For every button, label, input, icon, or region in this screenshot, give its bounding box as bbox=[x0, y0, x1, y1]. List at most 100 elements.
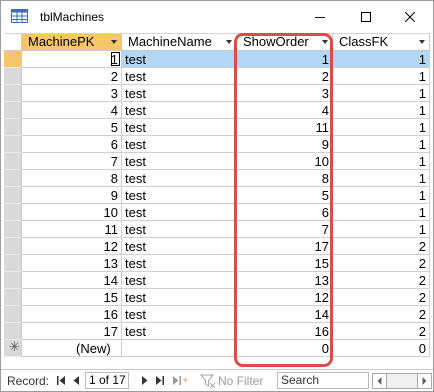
record-selector[interactable] bbox=[4, 119, 22, 136]
table-row[interactable]: 7 test 10 1 bbox=[4, 153, 431, 170]
cell-classfk[interactable]: 2 bbox=[333, 255, 430, 272]
cell-showorder[interactable]: 16 bbox=[237, 323, 333, 340]
cell-machinename[interactable]: test bbox=[122, 255, 237, 272]
new-record-selector[interactable]: ✳ bbox=[4, 339, 22, 357]
table-row[interactable]: 13 test 15 2 bbox=[4, 255, 431, 272]
next-record-button[interactable] bbox=[139, 374, 150, 387]
table-row[interactable]: 1 test 1 1 bbox=[4, 51, 431, 68]
cell-classfk[interactable]: 2 bbox=[333, 306, 430, 323]
cell-machinename[interactable]: test bbox=[122, 68, 237, 85]
table-row[interactable]: 9 test 5 1 bbox=[4, 187, 431, 204]
column-header-showorder[interactable]: ShowOrder bbox=[237, 34, 333, 51]
table-row[interactable]: 12 test 17 2 bbox=[4, 238, 431, 255]
record-selector[interactable] bbox=[4, 187, 22, 204]
cell-classfk[interactable]: 1 bbox=[333, 51, 430, 68]
cell-machinepk[interactable]: 16 bbox=[22, 306, 122, 323]
cell-showorder[interactable]: 1 bbox=[237, 51, 333, 68]
cell-machinename[interactable]: test bbox=[122, 204, 237, 221]
table-row[interactable]: 8 test 8 1 bbox=[4, 170, 431, 187]
record-selector[interactable] bbox=[4, 51, 22, 68]
record-selector[interactable] bbox=[4, 153, 22, 170]
cell-showorder[interactable]: 2 bbox=[237, 68, 333, 85]
cell-machinename[interactable]: test bbox=[122, 51, 237, 68]
cell-classfk[interactable]: 1 bbox=[333, 187, 430, 204]
cell-machinename[interactable]: test bbox=[122, 102, 237, 119]
record-selector[interactable] bbox=[4, 255, 22, 272]
cell-machinepk[interactable]: 12 bbox=[22, 238, 122, 255]
cell-machinepk[interactable]: 5 bbox=[22, 119, 122, 136]
no-filter-button[interactable]: No Filter bbox=[200, 373, 270, 389]
cell-showorder[interactable]: 8 bbox=[237, 170, 333, 187]
new-record-row[interactable]: ✳ (New) 0 0 bbox=[4, 339, 431, 357]
select-all-corner[interactable] bbox=[4, 34, 22, 51]
cell-classfk[interactable]: 1 bbox=[333, 221, 430, 238]
cell-classfk[interactable]: 1 bbox=[333, 170, 430, 187]
horizontal-scrollbar[interactable] bbox=[372, 373, 433, 389]
cell-showorder-new[interactable]: 0 bbox=[237, 340, 333, 357]
dropdown-arrow-icon[interactable] bbox=[111, 40, 117, 44]
record-selector[interactable] bbox=[4, 289, 22, 306]
cell-machinepk[interactable]: 2 bbox=[22, 68, 122, 85]
table-row[interactable]: 6 test 9 1 bbox=[4, 136, 431, 153]
dropdown-arrow-icon[interactable] bbox=[419, 40, 425, 44]
record-selector[interactable] bbox=[4, 323, 22, 340]
cell-machinepk[interactable]: 7 bbox=[22, 153, 122, 170]
record-selector[interactable] bbox=[4, 306, 22, 323]
cell-machinepk[interactable]: 6 bbox=[22, 136, 122, 153]
minimize-button[interactable] bbox=[297, 1, 343, 33]
cell-showorder[interactable]: 15 bbox=[237, 255, 333, 272]
maximize-button[interactable] bbox=[343, 1, 389, 33]
cell-machinepk[interactable]: 11 bbox=[22, 221, 122, 238]
cell-showorder[interactable]: 9 bbox=[237, 136, 333, 153]
cell-showorder[interactable]: 14 bbox=[237, 306, 333, 323]
table-row[interactable]: 2 test 2 1 bbox=[4, 68, 431, 85]
cell-machinepk[interactable]: 17 bbox=[22, 323, 122, 340]
cell-classfk[interactable]: 1 bbox=[333, 119, 430, 136]
cell-classfk[interactable]: 2 bbox=[333, 289, 430, 306]
cell-showorder[interactable]: 13 bbox=[237, 272, 333, 289]
record-selector[interactable] bbox=[4, 170, 22, 187]
cell-machinename-new[interactable] bbox=[122, 340, 237, 357]
cell-machinepk[interactable]: 10 bbox=[22, 204, 122, 221]
table-row[interactable]: 16 test 14 2 bbox=[4, 306, 431, 323]
scroll-right-button[interactable] bbox=[417, 373, 432, 389]
table-row[interactable]: 5 test 11 1 bbox=[4, 119, 431, 136]
cell-showorder[interactable]: 5 bbox=[237, 187, 333, 204]
table-row[interactable]: 11 test 7 1 bbox=[4, 221, 431, 238]
cell-showorder[interactable]: 4 bbox=[237, 102, 333, 119]
close-button[interactable] bbox=[387, 1, 433, 33]
record-selector[interactable] bbox=[4, 68, 22, 85]
last-record-button[interactable] bbox=[154, 374, 165, 387]
table-row[interactable]: 10 test 6 1 bbox=[4, 204, 431, 221]
dropdown-arrow-icon[interactable] bbox=[322, 40, 328, 44]
cell-machinename[interactable]: test bbox=[122, 85, 237, 102]
column-header-machinename[interactable]: MachineName bbox=[122, 34, 237, 51]
column-header-classfk[interactable]: ClassFK bbox=[333, 34, 430, 51]
cell-classfk[interactable]: 1 bbox=[333, 153, 430, 170]
scroll-left-button[interactable] bbox=[372, 373, 387, 389]
cell-machinepk[interactable]: 9 bbox=[22, 187, 122, 204]
cell-classfk[interactable]: 1 bbox=[333, 136, 430, 153]
table-row[interactable]: 15 test 12 2 bbox=[4, 289, 431, 306]
current-record-field[interactable]: 1 of 17 bbox=[85, 372, 129, 389]
search-input[interactable]: Search bbox=[277, 372, 369, 389]
cell-showorder[interactable]: 12 bbox=[237, 289, 333, 306]
cell-machinepk[interactable]: 13 bbox=[22, 255, 122, 272]
cell-machinename[interactable]: test bbox=[122, 153, 237, 170]
cell-showorder[interactable]: 7 bbox=[237, 221, 333, 238]
cell-showorder[interactable]: 17 bbox=[237, 238, 333, 255]
cell-machinename[interactable]: test bbox=[122, 306, 237, 323]
cell-classfk[interactable]: 2 bbox=[333, 272, 430, 289]
cell-classfk[interactable]: 1 bbox=[333, 68, 430, 85]
record-selector[interactable] bbox=[4, 238, 22, 255]
cell-machinename[interactable]: test bbox=[122, 221, 237, 238]
cell-machinename[interactable]: test bbox=[122, 289, 237, 306]
cell-machinename[interactable]: test bbox=[122, 323, 237, 340]
cell-machinename[interactable]: test bbox=[122, 272, 237, 289]
cell-machinename[interactable]: test bbox=[122, 136, 237, 153]
previous-record-button[interactable] bbox=[71, 374, 82, 387]
table-row[interactable]: 3 test 3 1 bbox=[4, 85, 431, 102]
cell-machinepk[interactable]: 8 bbox=[22, 170, 122, 187]
cell-showorder[interactable]: 10 bbox=[237, 153, 333, 170]
table-row[interactable]: 4 test 4 1 bbox=[4, 102, 431, 119]
